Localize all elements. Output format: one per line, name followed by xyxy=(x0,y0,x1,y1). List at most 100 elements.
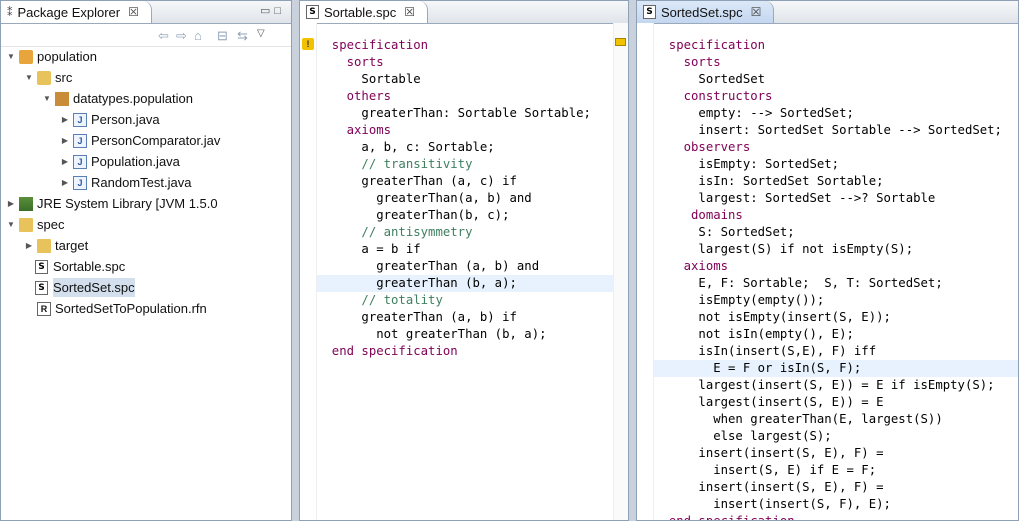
tree-item[interactable]: ▼ src xyxy=(23,68,72,87)
code-line[interactable]: insert(insert(S, E), F) = xyxy=(654,479,1018,496)
code-line[interactable]: isEmpty(empty()); xyxy=(654,292,1018,309)
expanded-icon[interactable]: ▼ xyxy=(5,215,17,234)
forward-icon[interactable]: ⇨ xyxy=(176,28,187,44)
folder-icon xyxy=(37,238,51,253)
code-line[interactable]: specification xyxy=(317,37,613,54)
overview-ruler[interactable] xyxy=(613,23,628,520)
tree-item[interactable]: S Sortable.spc xyxy=(23,257,125,276)
tab-package-explorer[interactable]: ⁑ Package Explorer ☒ xyxy=(1,1,152,23)
code-line[interactable]: insert: SortedSet Sortable --> SortedSet… xyxy=(654,122,1018,139)
warning-marker-icon[interactable] xyxy=(615,38,626,46)
package-explorer-title: Package Explorer xyxy=(17,4,121,20)
tab-sortedset-spc[interactable]: S SortedSet.spc ☒ xyxy=(637,1,775,23)
code-line[interactable]: largest(insert(S, E)) = E if isEmpty(S); xyxy=(654,377,1018,394)
code-line-text: // transitivity xyxy=(317,157,473,171)
code-line[interactable]: sorts xyxy=(654,54,1018,71)
tree-item-label: target xyxy=(55,238,89,253)
tree-item[interactable]: ▶ JRE System Library [JVM 1.5.0 xyxy=(5,194,218,213)
sortable-code-area[interactable]: specification sorts Sortable others grea… xyxy=(317,23,613,520)
collapsed-icon[interactable]: ▶ xyxy=(59,173,71,192)
code-line[interactable]: isIn(insert(S,E), F) iff xyxy=(654,343,1018,360)
tree-item[interactable]: ▶ J Person.java xyxy=(59,110,160,129)
code-line[interactable]: empty: --> SortedSet; xyxy=(654,105,1018,122)
tree-item[interactable]: ▼ population xyxy=(5,47,97,66)
code-line-text: observers xyxy=(654,140,751,154)
collapsed-icon[interactable]: ▶ xyxy=(59,152,71,171)
code-line[interactable]: greaterThan (a, c) if xyxy=(317,173,613,190)
code-line[interactable]: observers xyxy=(654,139,1018,156)
tree-item[interactable]: ▶ J RandomTest.java xyxy=(59,173,192,192)
code-line[interactable]: insert(insert(S, E), F) = xyxy=(654,445,1018,462)
sortable-tab-label: Sortable.spc xyxy=(324,4,397,20)
package-explorer-view: ⁑ Package Explorer ☒ ▭□ ⇦ ⇨ ⌂ ⊟ ⇆ ▽ ▼ pop… xyxy=(0,0,292,521)
code-line[interactable]: a, b, c: Sortable; xyxy=(317,139,613,156)
code-line[interactable]: isIn: SortedSet Sortable; xyxy=(654,173,1018,190)
code-line[interactable]: largest: SortedSet -->? Sortable xyxy=(654,190,1018,207)
code-line[interactable]: Sortable xyxy=(317,71,613,88)
code-line[interactable]: axioms xyxy=(317,122,613,139)
expanded-icon[interactable]: ▼ xyxy=(41,89,53,108)
code-line[interactable]: when greaterThan(E, largest(S)) xyxy=(654,411,1018,428)
code-line[interactable]: greaterThan (b, a); xyxy=(317,275,613,292)
tree-item[interactable]: ▶ target xyxy=(23,236,88,255)
collapsed-icon[interactable]: ▶ xyxy=(59,110,71,129)
code-line[interactable]: greaterThan: Sortable Sortable; xyxy=(317,105,613,122)
code-line[interactable]: largest(S) if not isEmpty(S); xyxy=(654,241,1018,258)
code-line[interactable]: specification xyxy=(654,37,1018,54)
view-menu-icon[interactable]: ▽ xyxy=(257,28,265,39)
package-explorer-toolbar: ⇦ ⇨ ⌂ ⊟ ⇆ ▽ xyxy=(1,24,291,47)
minimize-maximize-icon[interactable]: ▭□ xyxy=(260,4,285,17)
code-line[interactable]: a = b if xyxy=(317,241,613,258)
code-line[interactable]: not greaterThan (b, a); xyxy=(317,326,613,343)
code-line[interactable]: greaterThan (a, b) if xyxy=(317,309,613,326)
code-line[interactable]: others xyxy=(317,88,613,105)
code-line[interactable]: constructors xyxy=(654,88,1018,105)
tree-item[interactable]: ▶ J PersonComparator.jav xyxy=(59,131,220,150)
code-line[interactable]: not isIn(empty(), E); xyxy=(654,326,1018,343)
back-icon[interactable]: ⇦ xyxy=(158,28,169,44)
collapsed-icon[interactable]: ▶ xyxy=(5,194,17,213)
java-icon: J xyxy=(73,154,87,169)
close-icon[interactable]: ☒ xyxy=(404,5,415,19)
code-line-text: Sortable xyxy=(317,72,421,86)
code-line[interactable]: SortedSet xyxy=(654,71,1018,88)
tree-item[interactable]: ▶ J Population.java xyxy=(59,152,180,171)
close-icon[interactable]: ☒ xyxy=(751,5,762,19)
collapsed-icon[interactable]: ▶ xyxy=(59,131,71,150)
code-line[interactable]: E = F or isIn(S, F); xyxy=(654,360,1018,377)
code-line[interactable]: E, F: Sortable; S, T: SortedSet; xyxy=(654,275,1018,292)
home-icon[interactable]: ⌂ xyxy=(194,28,202,43)
collapse-all-icon[interactable]: ⊟ xyxy=(217,28,228,44)
code-line[interactable]: axioms xyxy=(654,258,1018,275)
code-line[interactable]: end specification xyxy=(317,343,613,360)
expanded-icon[interactable]: ▼ xyxy=(23,68,35,87)
code-line[interactable]: // transitivity xyxy=(317,156,613,173)
tab-sortable-spc[interactable]: S Sortable.spc ☒ xyxy=(300,1,429,23)
code-line[interactable]: insert(S, E) if E = F; xyxy=(654,462,1018,479)
tree-item[interactable]: ▼ spec xyxy=(5,215,64,234)
collapsed-icon[interactable]: ▶ xyxy=(23,236,35,255)
sortedset-code-area[interactable]: specification sorts SortedSet constructo… xyxy=(654,23,1018,520)
code-line[interactable]: end specification xyxy=(654,513,1018,520)
code-line[interactable]: isEmpty: SortedSet; xyxy=(654,156,1018,173)
code-line[interactable]: greaterThan(b, c); xyxy=(317,207,613,224)
code-line[interactable]: greaterThan (a, b) and xyxy=(317,258,613,275)
code-line[interactable]: insert(insert(S, F), E); xyxy=(654,496,1018,513)
code-line[interactable]: greaterThan(a, b) and xyxy=(317,190,613,207)
code-line[interactable]: sorts xyxy=(317,54,613,71)
code-line[interactable]: largest(insert(S, E)) = E xyxy=(654,394,1018,411)
link-with-editor-icon[interactable]: ⇆ xyxy=(237,28,248,44)
expanded-icon[interactable]: ▼ xyxy=(5,47,17,66)
code-line[interactable]: domains xyxy=(654,207,1018,224)
code-line-text: greaterThan: Sortable Sortable; xyxy=(317,106,591,120)
tree-item[interactable]: ▼ datatypes.population xyxy=(41,89,193,108)
warning-icon[interactable]: ! xyxy=(302,38,314,50)
tree-item[interactable]: S SortedSet.spc xyxy=(23,278,135,297)
code-line[interactable]: else largest(S); xyxy=(654,428,1018,445)
code-line[interactable]: // antisymmetry xyxy=(317,224,613,241)
code-line[interactable]: S: SortedSet; xyxy=(654,224,1018,241)
tree-item[interactable]: R SortedSetToPopulation.rfn xyxy=(23,299,207,318)
close-icon[interactable]: ☒ xyxy=(128,5,139,19)
code-line[interactable]: // totality xyxy=(317,292,613,309)
code-line[interactable]: not isEmpty(insert(S, E)); xyxy=(654,309,1018,326)
